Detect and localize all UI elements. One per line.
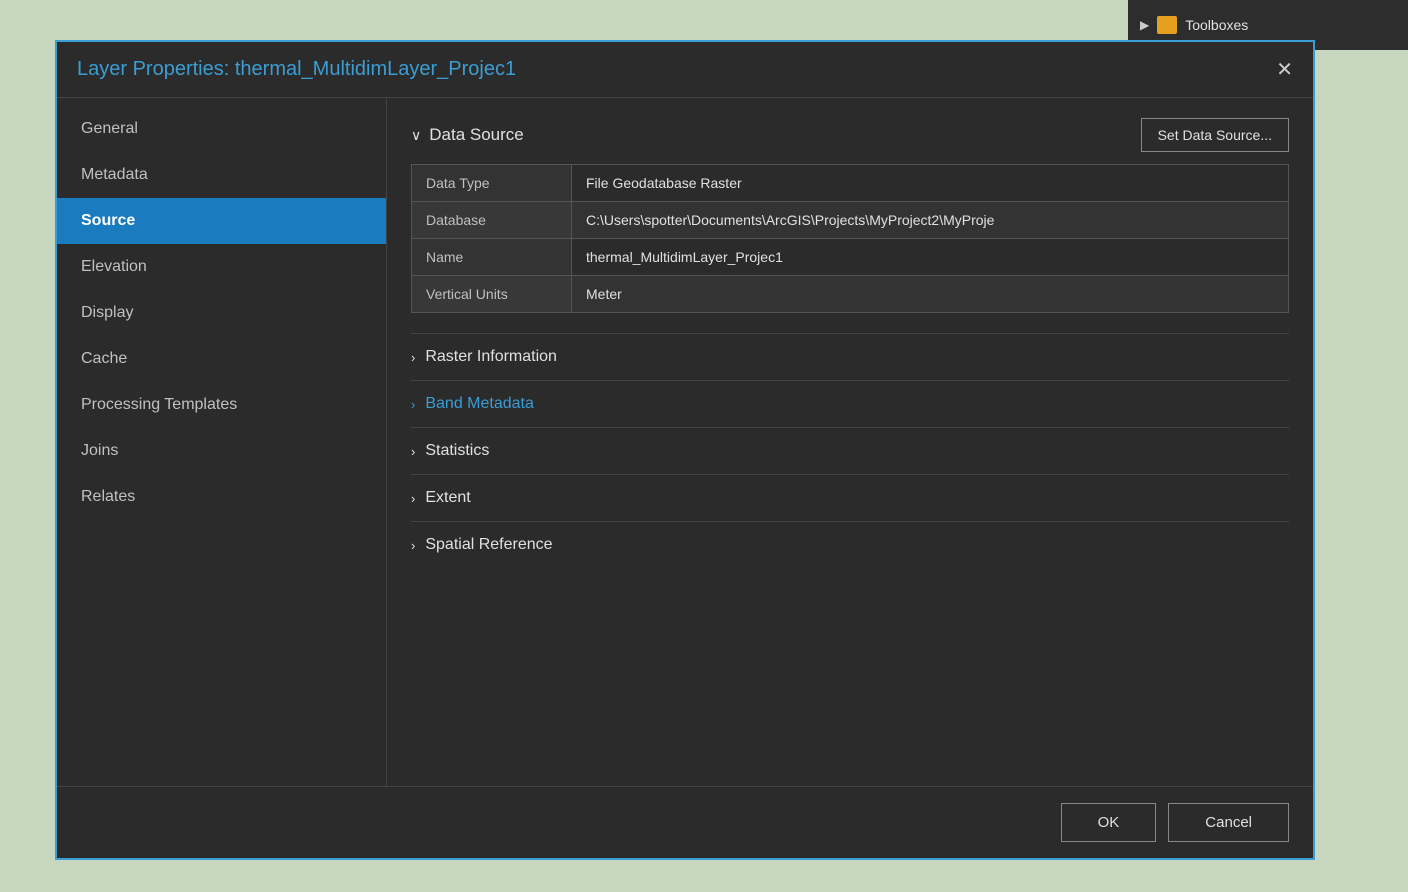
table-row: Data Type File Geodatabase Raster <box>412 165 1289 202</box>
band-metadata-chevron-icon: › <box>411 397 415 412</box>
table-label-datatype: Data Type <box>412 165 572 202</box>
statistics-section[interactable]: › Statistics <box>411 427 1289 474</box>
spatial-reference-label: Spatial Reference <box>425 536 552 554</box>
sidebar-item-joins[interactable]: Joins <box>57 428 386 474</box>
extent-section[interactable]: › Extent <box>411 474 1289 521</box>
datasource-table: Data Type File Geodatabase Raster Databa… <box>411 164 1289 313</box>
datasource-title-text: Data Source <box>429 125 524 145</box>
datasource-chevron-icon: ∨ <box>411 127 421 144</box>
layer-properties-dialog: Layer Properties: thermal_MultidimLayer_… <box>55 40 1315 860</box>
table-value-datatype: File Geodatabase Raster <box>572 165 1289 202</box>
ok-button[interactable]: OK <box>1061 803 1157 842</box>
spatial-reference-chevron-icon: › <box>411 538 415 553</box>
spatial-reference-title[interactable]: › Spatial Reference <box>411 536 1289 554</box>
toolbox-icon <box>1157 16 1177 34</box>
raster-info-chevron-icon: › <box>411 350 415 365</box>
toolbox-arrow-icon: ▶ <box>1140 18 1149 32</box>
cancel-button[interactable]: Cancel <box>1168 803 1289 842</box>
statistics-label: Statistics <box>425 442 489 460</box>
sidebar-item-metadata[interactable]: Metadata <box>57 152 386 198</box>
sidebar-item-processing-templates[interactable]: Processing Templates <box>57 382 386 428</box>
toolbox-label: Toolboxes <box>1185 17 1248 33</box>
statistics-title[interactable]: › Statistics <box>411 442 1289 460</box>
statistics-chevron-icon: › <box>411 444 415 459</box>
table-row: Database C:\Users\spotter\Documents\ArcG… <box>412 202 1289 239</box>
table-value-database: C:\Users\spotter\Documents\ArcGIS\Projec… <box>572 202 1289 239</box>
extent-chevron-icon: › <box>411 491 415 506</box>
sidebar-item-source[interactable]: Source <box>57 198 386 244</box>
extent-title[interactable]: › Extent <box>411 489 1289 507</box>
datasource-section-header: ∨ Data Source Set Data Source... <box>411 118 1289 152</box>
raster-info-title[interactable]: › Raster Information <box>411 348 1289 366</box>
datasource-title: ∨ Data Source <box>411 125 524 145</box>
band-metadata-label: Band Metadata <box>425 395 534 413</box>
table-value-vertical-units: Meter <box>572 276 1289 313</box>
table-label-database: Database <box>412 202 572 239</box>
extent-label: Extent <box>425 489 470 507</box>
dialog-title: Layer Properties: thermal_MultidimLayer_… <box>77 58 516 81</box>
raster-info-label: Raster Information <box>425 348 557 366</box>
sidebar-item-relates[interactable]: Relates <box>57 474 386 520</box>
raster-info-section[interactable]: › Raster Information <box>411 333 1289 380</box>
sidebar-item-elevation[interactable]: Elevation <box>57 244 386 290</box>
main-content: ∨ Data Source Set Data Source... Data Ty… <box>387 98 1313 786</box>
spatial-reference-section[interactable]: › Spatial Reference <box>411 521 1289 568</box>
table-value-name: thermal_MultidimLayer_Projec1 <box>572 239 1289 276</box>
close-button[interactable]: ✕ <box>1276 60 1293 80</box>
dialog-titlebar: Layer Properties: thermal_MultidimLayer_… <box>57 42 1313 98</box>
table-label-name: Name <box>412 239 572 276</box>
table-row: Vertical Units Meter <box>412 276 1289 313</box>
dialog-footer: OK Cancel <box>57 786 1313 858</box>
sidebar-nav: General Metadata Source Elevation Displa… <box>57 98 387 786</box>
dialog-body: General Metadata Source Elevation Displa… <box>57 98 1313 786</box>
sidebar-item-display[interactable]: Display <box>57 290 386 336</box>
set-datasource-button[interactable]: Set Data Source... <box>1141 118 1289 152</box>
table-label-vertical-units: Vertical Units <box>412 276 572 313</box>
table-row: Name thermal_MultidimLayer_Projec1 <box>412 239 1289 276</box>
band-metadata-section[interactable]: › Band Metadata <box>411 380 1289 427</box>
sidebar-item-cache[interactable]: Cache <box>57 336 386 382</box>
band-metadata-title[interactable]: › Band Metadata <box>411 395 1289 413</box>
sidebar-item-general[interactable]: General <box>57 106 386 152</box>
